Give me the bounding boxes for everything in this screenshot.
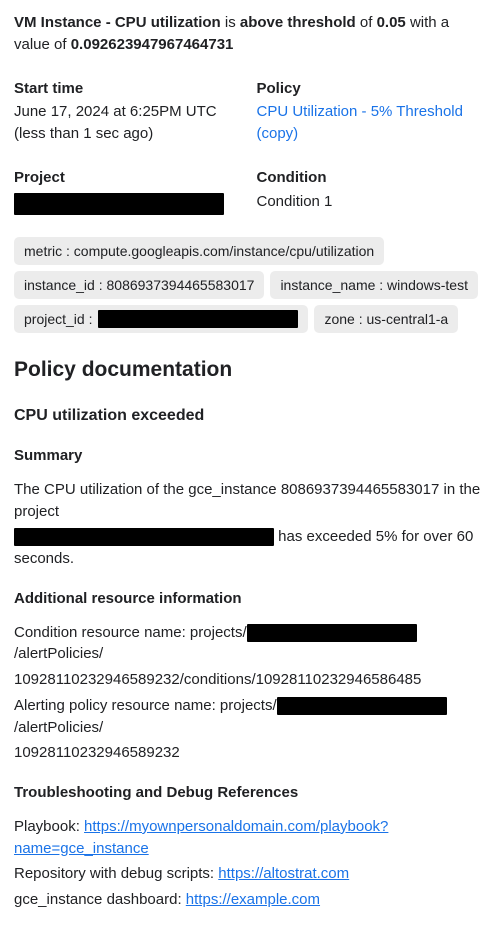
meta-row-1: Start time June 17, 2024 at 6:25PM UTC (…: [14, 78, 487, 145]
start-time-label: Start time: [14, 78, 245, 100]
alerting-resource-line: Alerting policy resource name: projects/…: [14, 695, 487, 739]
dashboard-line: gce_instance dashboard: https://example.…: [14, 889, 487, 911]
project-value-redacted: [14, 193, 224, 215]
alerting-resource-tail: 10928110232946589232: [14, 742, 487, 764]
chip-project-id: project_id :: [14, 305, 308, 333]
troubleshooting-heading: Troubleshooting and Debug References: [14, 782, 487, 804]
policy-doc-heading: Policy documentation: [14, 355, 487, 385]
project-label: Project: [14, 167, 245, 189]
meta-row-2: Project Condition Condition 1: [14, 167, 487, 215]
additional-info-heading: Additional resource information: [14, 588, 487, 610]
summary-line-2: has exceeded 5% for over 60 seconds.: [14, 526, 487, 570]
chip-project-id-label: project_id :: [24, 309, 92, 329]
chip-instance-id: instance_id : 8086937394465583017: [14, 271, 264, 299]
cond-project-redacted: [247, 624, 417, 642]
chip-instance-name: instance_name : windows-test: [270, 271, 478, 299]
alert-threshold: 0.05: [377, 14, 406, 31]
chip-zone: zone : us-central1-a: [314, 305, 458, 333]
repo-link[interactable]: https://altostrat.com: [218, 865, 349, 882]
label-chips: metric : compute.googleapis.com/instance…: [14, 237, 487, 334]
alert-value: 0.092623947967464731: [71, 36, 234, 53]
repo-line: Repository with debug scripts: https://a…: [14, 863, 487, 885]
alert-project-redacted: [277, 697, 447, 715]
alert-metric-name: VM Instance - CPU utilization: [14, 14, 221, 31]
policy-label: Policy: [257, 78, 488, 100]
chip-metric: metric : compute.googleapis.com/instance…: [14, 237, 384, 265]
condition-resource-line: Condition resource name: projects//alert…: [14, 622, 487, 666]
doc-subheading: CPU utilization exceeded: [14, 404, 487, 427]
dashboard-link[interactable]: https://example.com: [186, 891, 320, 908]
start-time-value: June 17, 2024 at 6:25PM UTC (less than 1…: [14, 101, 245, 145]
alert-state: above threshold: [240, 14, 356, 31]
summary-heading: Summary: [14, 445, 487, 467]
condition-label: Condition: [257, 167, 488, 189]
policy-link[interactable]: CPU Utilization - 5% Threshold (copy): [257, 103, 463, 142]
playbook-line: Playbook: https://myownpersonaldomain.co…: [14, 816, 487, 860]
condition-value: Condition 1: [257, 191, 488, 213]
alert-title: VM Instance - CPU utilization is above t…: [14, 12, 487, 56]
summary-project-redacted: [14, 528, 274, 546]
summary-line-1: The CPU utilization of the gce_instance …: [14, 479, 487, 523]
condition-resource-tail: 10928110232946589232/conditions/10928110…: [14, 669, 487, 691]
chip-project-id-redacted: [98, 310, 298, 328]
